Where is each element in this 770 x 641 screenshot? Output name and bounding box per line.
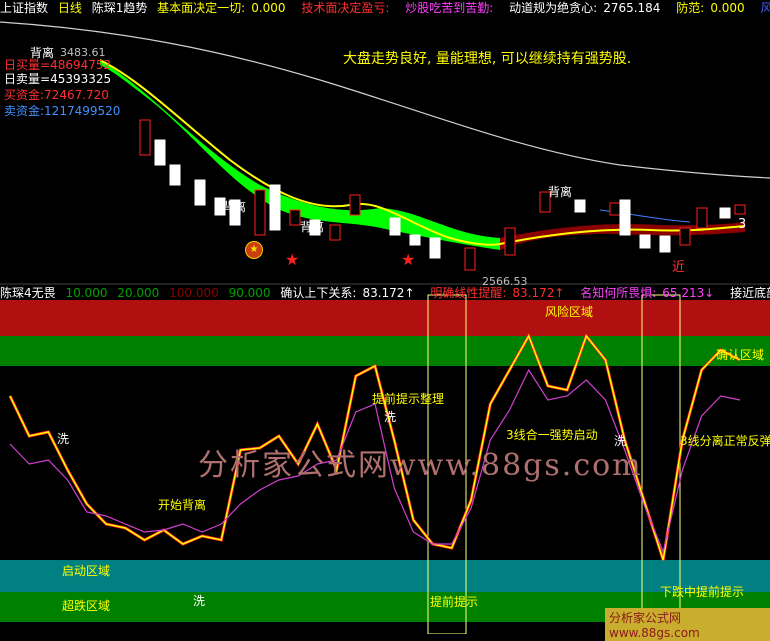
candle bbox=[574, 199, 586, 213]
watermark-text: 分析家公式网www.88gs.com bbox=[198, 448, 643, 483]
start-zone bbox=[0, 560, 770, 592]
divergence-marker-2: 背离 bbox=[222, 200, 247, 214]
candle bbox=[696, 207, 708, 229]
sell-fund: 卖资金:1217499520 bbox=[4, 104, 121, 118]
top-item-1: 技术面决定盈亏: bbox=[301, 1, 390, 15]
candle bbox=[254, 189, 266, 236]
candle bbox=[269, 184, 281, 231]
candle bbox=[659, 235, 671, 253]
candle bbox=[329, 224, 341, 241]
annotation-decline-hint: 下跌中提前提示 bbox=[660, 585, 745, 599]
top-item-4: 防范: 0.000 bbox=[676, 1, 745, 15]
mid-item-0: 确认上下关系: 83.172↑ bbox=[280, 286, 415, 300]
candle bbox=[639, 234, 651, 249]
param-3: 90.000 bbox=[228, 286, 271, 300]
confirm-zone-label: 确认区域 bbox=[716, 348, 765, 362]
sub-indicator-bar: 陈琛4无畏 10.000 20.000 100.000 90.000 确认上下关… bbox=[0, 285, 770, 301]
candle bbox=[429, 237, 441, 259]
candle bbox=[619, 199, 631, 236]
risk-zone-label: 风险区域 bbox=[545, 305, 594, 319]
annotation-three-lines-split: 3线分离正常反弹 bbox=[680, 434, 770, 448]
top-item-5: 风险 bbox=[760, 1, 770, 15]
sub-indicator-name[interactable]: 陈琛4无畏 bbox=[0, 286, 56, 300]
top-info-bar: 上证指数 日线 陈琛1趋势 基本面决定一切: 0.000 技术面决定盈亏: 炒股吃… bbox=[0, 0, 770, 16]
period-label[interactable]: 日线 bbox=[58, 1, 82, 15]
sell-volume: 日卖量=45393325 bbox=[4, 72, 112, 86]
candles-group bbox=[139, 119, 746, 271]
mid-item-1: 明确线性提醒: 83.172↑ bbox=[430, 286, 565, 300]
divergence-marker-1: 背离 bbox=[30, 46, 55, 60]
top-item-3: 动道规为绝贪心: 2765.184 bbox=[509, 1, 661, 15]
red-star-icon: ★ bbox=[401, 250, 416, 269]
long-ma-line bbox=[0, 21, 770, 179]
oversold-zone-label: 超跌区域 bbox=[62, 599, 111, 613]
candle bbox=[289, 209, 301, 226]
top-item-2: 炒股吃苦到苦勤: bbox=[405, 1, 494, 15]
count-marker: 3 bbox=[738, 217, 747, 232]
divergence-marker-4: 背离 bbox=[548, 185, 573, 199]
mid-item-2: 名知何所畏惧: 65.213↓ bbox=[580, 286, 715, 300]
risk-zone-green bbox=[0, 336, 770, 366]
annotation-advance-consolidation: 提前提示整理 bbox=[372, 392, 445, 406]
divergence-marker-3: 背离 bbox=[300, 220, 325, 234]
buy-fund: 买资金:72467.720 bbox=[4, 88, 109, 102]
headline-text: 大盘走势良好, 量能理想, 可以继续持有强势股. bbox=[343, 51, 632, 67]
candle bbox=[169, 164, 181, 186]
param-1: 20.000 bbox=[117, 286, 160, 300]
annotation-wash-1: 洗 bbox=[384, 410, 397, 424]
candle bbox=[734, 204, 746, 215]
red-star-icon: ★ bbox=[285, 250, 300, 269]
candle bbox=[464, 247, 476, 271]
chart-canvas bbox=[0, 21, 770, 634]
candle bbox=[389, 217, 401, 236]
near-marker: 近 bbox=[672, 260, 686, 275]
param-0: 10.000 bbox=[65, 286, 108, 300]
mid-item-3: 接近底部等背离:高 bbox=[730, 286, 770, 300]
candle bbox=[609, 202, 621, 216]
annotation-wash-2: 洗 bbox=[57, 432, 70, 446]
candle bbox=[679, 227, 691, 246]
start-zone-label: 启动区域 bbox=[62, 564, 111, 578]
candle bbox=[409, 234, 421, 246]
watermark-badge: 分析家公式网 www.88gs.com bbox=[605, 608, 770, 641]
top-item-0: 基本面决定一切: 0.000 bbox=[157, 1, 286, 15]
sun-star-icon: ★ bbox=[245, 241, 263, 259]
risk-zone-red bbox=[0, 300, 770, 336]
annotation-start-divergence: 开始背离 bbox=[158, 498, 207, 512]
candle bbox=[154, 139, 166, 166]
annotation-wash-4: 洗 bbox=[193, 594, 206, 608]
candle bbox=[719, 207, 731, 219]
indicator-name[interactable]: 陈琛1趋势 bbox=[92, 1, 148, 15]
param-2: 100.000 bbox=[169, 286, 219, 300]
annotation-advance-hint: 提前提示 bbox=[430, 595, 479, 609]
index-name[interactable]: 上证指数 bbox=[0, 1, 48, 15]
candle bbox=[504, 227, 516, 256]
candle bbox=[194, 179, 206, 206]
candle bbox=[139, 119, 151, 156]
candle bbox=[349, 194, 361, 216]
